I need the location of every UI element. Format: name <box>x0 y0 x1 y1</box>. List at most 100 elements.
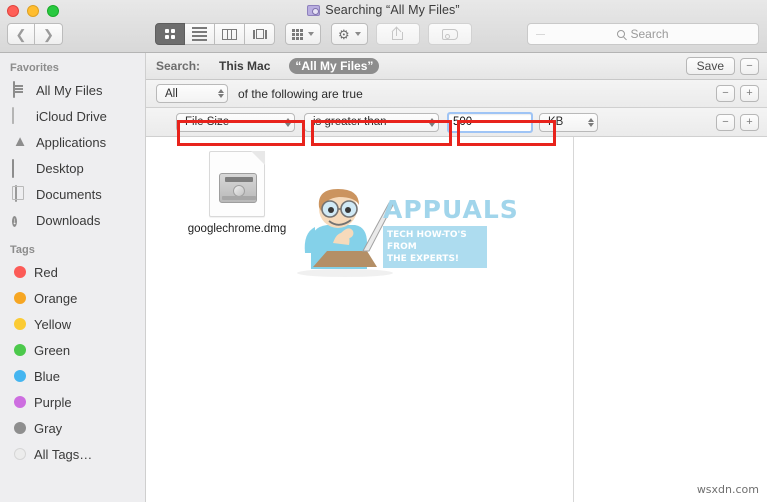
disk-image-icon <box>209 151 265 217</box>
sidebar-item-all-my-files[interactable]: All My Files <box>0 77 145 103</box>
sidebar-item-label: Green <box>34 342 71 358</box>
tag-dot-icon <box>14 344 26 356</box>
list-icon <box>192 27 207 41</box>
coverflow-view-button[interactable] <box>245 23 275 45</box>
empty-right-pane <box>574 137 767 502</box>
stepper-icon <box>588 117 594 127</box>
back-button[interactable]: ❮ <box>7 23 35 45</box>
search-icon <box>617 30 626 38</box>
toolbar: ❮ ❯ ⚙ Search <box>0 19 767 49</box>
content-area: Search: This Mac “All My Files” Save − A… <box>146 53 767 502</box>
sidebar-item-label: Desktop <box>36 160 84 176</box>
search-label: Search: <box>156 59 201 73</box>
sidebar-item-tag-blue[interactable]: Blue <box>0 363 145 389</box>
sidebar-item-tag-purple[interactable]: Purple <box>0 389 145 415</box>
remove-rule-button[interactable]: − <box>716 113 735 131</box>
scope-all-my-files[interactable]: “All My Files” <box>289 58 380 74</box>
rule-value-input[interactable]: 500 <box>447 111 533 133</box>
page-fold-corner <box>251 151 265 165</box>
documents-icon <box>12 185 28 202</box>
list-view-button[interactable] <box>185 23 215 45</box>
rule-unit-value: KB <box>548 116 564 128</box>
rule-row: File Size is greater than 500 KB − + <box>146 108 767 137</box>
results-grid[interactable]: googlechrome.dmg APPUALS TECH HOW-TO'S F… <box>146 137 573 502</box>
sidebar-item-label: Documents <box>36 186 102 202</box>
add-match-row-button[interactable]: + <box>740 85 759 102</box>
sidebar-item-label: Downloads <box>36 212 101 228</box>
window-body: Favorites All My Files iCloud Drive ▲ Ap… <box>0 53 767 502</box>
sidebar-item-label: All My Files <box>36 82 103 98</box>
sidebar-item-tag-gray[interactable]: Gray <box>0 415 145 441</box>
tag-dot-icon <box>14 370 26 382</box>
coverflow-icon <box>252 29 267 39</box>
sidebar-item-tag-red[interactable]: Red <box>0 259 145 285</box>
chevron-right-icon: ❯ <box>43 26 54 42</box>
chevron-down-icon <box>354 32 361 36</box>
sidebar-item-label: Applications <box>36 134 107 150</box>
window-title-text: Searching “All My Files” <box>325 3 460 17</box>
tag-dot-icon <box>14 266 26 278</box>
rule-unit-select[interactable]: KB <box>539 112 598 132</box>
sidebar-item-tag-orange[interactable]: Orange <box>0 285 145 311</box>
sidebar-item-all-tags[interactable]: All Tags… <box>0 441 145 467</box>
navigation-buttons: ❮ ❯ <box>7 23 63 45</box>
sidebar-item-documents[interactable]: Documents <box>0 181 145 207</box>
appuals-subtitle: TECH HOW-TO'S FROM THE EXPERTS! <box>383 226 487 268</box>
close-search-bar-button[interactable]: − <box>740 57 759 75</box>
view-switcher <box>155 23 275 45</box>
column-view-button[interactable] <box>215 23 245 45</box>
search-divider <box>536 34 545 35</box>
search-scope-bar: Search: This Mac “All My Files” Save − <box>146 53 767 80</box>
appuals-title: APPUALS <box>383 195 519 224</box>
icon-view-button[interactable] <box>155 23 185 45</box>
arrange-button[interactable] <box>285 23 321 45</box>
remove-match-row-button[interactable]: − <box>716 85 735 102</box>
grid-icon <box>165 29 175 39</box>
add-rule-button[interactable]: + <box>740 113 759 131</box>
tag-dot-icon <box>14 318 26 330</box>
rule-attribute-select[interactable]: File Size <box>176 112 295 132</box>
sidebar-item-icloud-drive[interactable]: iCloud Drive <box>0 103 145 129</box>
match-type-value: All <box>165 87 178 100</box>
sidebar-item-downloads[interactable]: ↓ Downloads <box>0 207 145 233</box>
tag-button[interactable] <box>427 23 472 45</box>
chevron-down-icon <box>308 32 314 36</box>
search-field[interactable]: Search <box>527 23 759 45</box>
desktop-icon <box>12 159 28 178</box>
appuals-logo-text: APPUALS TECH HOW-TO'S FROM THE EXPERTS! <box>383 195 519 268</box>
sidebar: Favorites All My Files iCloud Drive ▲ Ap… <box>0 53 146 502</box>
sidebar-item-label: Purple <box>34 394 72 410</box>
action-menu-button[interactable]: ⚙ <box>331 23 368 45</box>
match-suffix-label: of the following are true <box>238 86 363 101</box>
sidebar-item-tag-yellow[interactable]: Yellow <box>0 311 145 337</box>
window-title: Searching “All My Files” <box>0 2 767 18</box>
sidebar-item-applications[interactable]: ▲ Applications <box>0 129 145 155</box>
all-my-files-icon <box>12 81 28 98</box>
rule-attribute-value: File Size <box>185 116 230 128</box>
chevron-left-icon: ❮ <box>15 26 27 42</box>
sidebar-item-label: Orange <box>34 290 78 306</box>
scope-this-mac[interactable]: This Mac <box>213 58 276 74</box>
share-button[interactable] <box>375 23 420 45</box>
sidebar-section-tags-header: Tags <box>10 244 35 256</box>
sidebar-item-tag-green[interactable]: Green <box>0 337 145 363</box>
match-type-select[interactable]: All <box>156 84 228 103</box>
save-button[interactable]: Save <box>685 57 735 75</box>
sidebar-item-desktop[interactable]: Desktop <box>0 155 145 181</box>
stepper-icon <box>429 117 435 127</box>
rule-operator-select[interactable]: is greater than <box>304 112 439 132</box>
stepper-icon <box>218 89 224 98</box>
icloud-icon <box>12 107 28 124</box>
match-criteria-row: All of the following are true − + <box>146 80 767 108</box>
sidebar-item-label: Blue <box>34 368 61 384</box>
purple-folder-icon <box>307 4 321 16</box>
sidebar-item-label: Red <box>34 264 58 280</box>
gear-icon: ⚙ <box>338 26 350 42</box>
columns-icon <box>222 28 237 40</box>
sidebar-item-label: All Tags… <box>34 446 93 462</box>
rule-value-text: 500 <box>453 116 473 128</box>
sidebar-item-label: iCloud Drive <box>36 108 107 124</box>
forward-button[interactable]: ❯ <box>35 23 63 45</box>
sidebar-item-label: Yellow <box>34 316 72 332</box>
file-item-googlechrome-dmg[interactable]: googlechrome.dmg <box>185 151 289 235</box>
